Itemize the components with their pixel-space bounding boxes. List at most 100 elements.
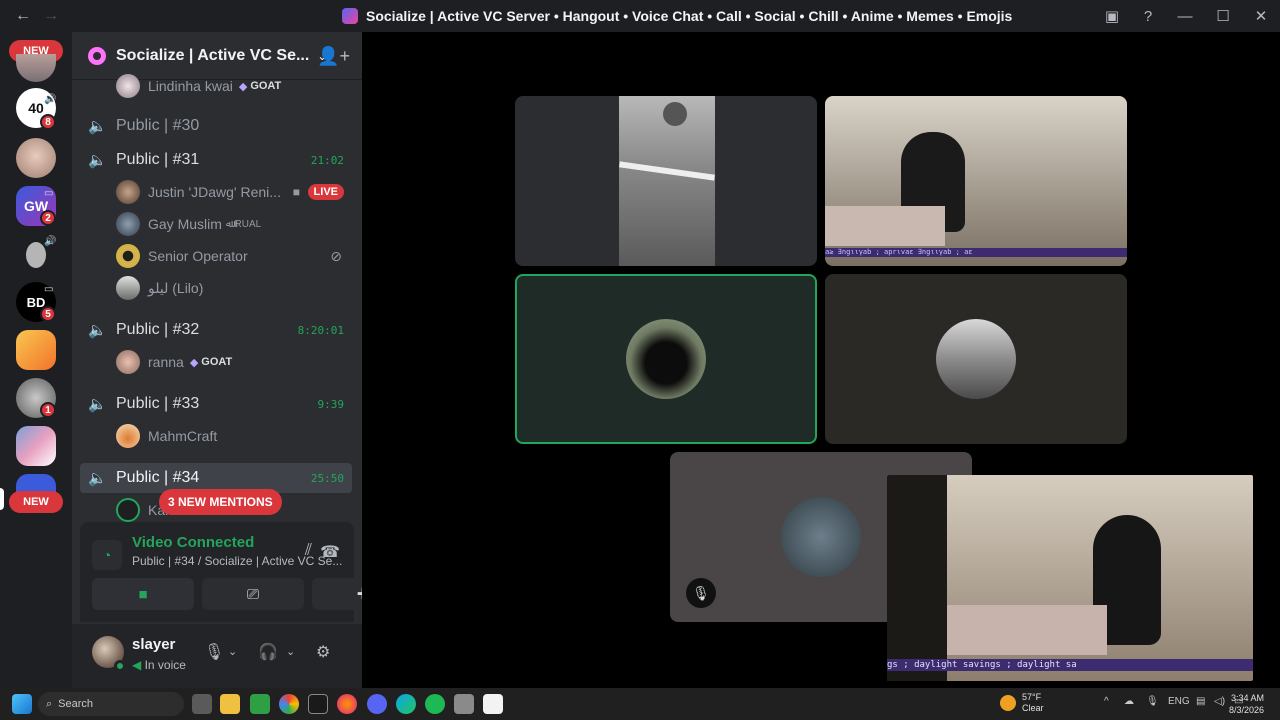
- member-name: Lindinha kwai: [148, 78, 233, 94]
- edge-icon[interactable]: [396, 694, 416, 714]
- audio-app-icon[interactable]: [308, 694, 328, 714]
- voice-member[interactable]: ليلو (Lilo): [116, 274, 352, 302]
- app-icon[interactable]: [483, 694, 503, 714]
- minimize-icon[interactable]: —: [1166, 8, 1204, 25]
- video-tile-1[interactable]: [515, 96, 817, 266]
- firefox-icon[interactable]: [337, 694, 357, 714]
- channel-sidebar: Socialize | Active VC Se... ⌄ 👤+ Lindinh…: [72, 32, 414, 688]
- settings-icon[interactable]: [454, 694, 474, 714]
- stream-popout[interactable]: gs ; daylight savings ; daylight sa: [887, 475, 1253, 681]
- search-label: Search: [58, 698, 94, 710]
- connection-status[interactable]: Video Connected: [132, 534, 254, 551]
- volume-icon[interactable]: ◁): [1214, 696, 1225, 707]
- speaker-icon: 🔈: [88, 396, 107, 413]
- voice-member[interactable]: Senior Operator ⊘: [116, 242, 352, 270]
- start-icon[interactable]: [12, 694, 32, 714]
- voice-channel-30[interactable]: 🔈 Public | #30: [80, 111, 352, 141]
- video-feed: [619, 96, 715, 266]
- server-icon: [342, 8, 358, 24]
- new-unreads-pill-bottom[interactable]: NEW: [9, 491, 63, 513]
- voice-member[interactable]: ranna ◆ GOAT: [116, 348, 352, 376]
- window-title: Socialize | Active VC Server • Hangout •…: [342, 8, 1012, 24]
- new-mentions-pill[interactable]: 3 NEW MENTIONS: [159, 489, 282, 515]
- noise-suppression-icon[interactable]: ⫽: [305, 542, 312, 560]
- channel-timer: 25:50: [310, 471, 344, 485]
- wifi-icon[interactable]: ▤: [1196, 696, 1205, 707]
- network-status-icon[interactable]: ☁: [1124, 696, 1134, 707]
- voice-member[interactable]: MahmCraft: [116, 422, 352, 450]
- clock-date: 8/3/2026: [1228, 705, 1264, 715]
- username[interactable]: slayer: [132, 636, 175, 653]
- forward-arrow-icon[interactable]: →: [42, 7, 60, 25]
- clock-time: 3:34 AM: [1230, 693, 1264, 703]
- weather-desc: Clear: [1022, 703, 1044, 713]
- video-tile-4[interactable]: [825, 274, 1127, 444]
- voice-channel-32[interactable]: 🔈 Public | #32 8:20:01: [80, 315, 352, 345]
- voice-member[interactable]: Justin 'JDawg' Reni... ■ LIVE: [116, 178, 352, 206]
- settings-gear-icon[interactable]: ⚙: [316, 642, 330, 662]
- discord-icon[interactable]: [367, 694, 387, 714]
- headphones-icon[interactable]: 🎧: [258, 642, 278, 662]
- deafened-icon: ⊘: [330, 247, 342, 264]
- inbox-icon[interactable]: ▣: [1094, 7, 1130, 25]
- voice-channel-33[interactable]: 🔈 Public | #33 9:39: [80, 389, 352, 419]
- mention-badge: 1: [40, 402, 56, 418]
- avatar: [626, 319, 706, 399]
- window-controls: ▣ ? — ☐ ✕: [1094, 0, 1280, 32]
- spotify-icon[interactable]: [425, 694, 445, 714]
- camera-button[interactable]: ■: [92, 578, 194, 610]
- maximize-icon[interactable]: ☐: [1204, 7, 1242, 25]
- weather-widget[interactable]: 57°F Clear: [1000, 692, 1044, 714]
- mic-tray-icon[interactable]: 🎙: [1146, 696, 1159, 707]
- server-icon-current[interactable]: [16, 474, 56, 492]
- channel-name: Public | #31: [116, 151, 200, 168]
- voice-channel-31[interactable]: 🔈 Public | #31 21:02: [80, 145, 352, 175]
- stream-overlay-text: a≥ ∃ngιιγаb ; aprιvaε ∃ngιιγаb ; aε: [825, 248, 1127, 257]
- gem-icon: ◆: [189, 356, 199, 369]
- video-tile-speaking[interactable]: [515, 274, 817, 444]
- speaker-icon: 🔈: [88, 152, 107, 169]
- close-icon[interactable]: ✕: [1242, 7, 1280, 25]
- back-arrow-icon[interactable]: ←: [14, 7, 32, 25]
- channel-timer: 21:02: [310, 153, 344, 167]
- file-explorer-icon[interactable]: [220, 694, 240, 714]
- speaker-icon: 🔈: [88, 470, 107, 487]
- server-icon-1[interactable]: [16, 54, 56, 82]
- live-badge: LIVE: [307, 184, 344, 200]
- server-icon-3[interactable]: [16, 138, 56, 178]
- screen-share-button[interactable]: ⎚: [202, 578, 304, 610]
- voice-member[interactable]: Gay Muslim ﷲ RUAL: [116, 210, 352, 238]
- taskbar-search[interactable]: ⌕ Search: [38, 692, 184, 716]
- clock[interactable]: 3:34 AM 8/3/2026: [1229, 692, 1264, 716]
- help-icon[interactable]: ?: [1130, 8, 1166, 25]
- invite-icon[interactable]: 👤+: [317, 46, 350, 67]
- channel-timer: 9:39: [317, 397, 345, 411]
- screen-share-icon: ⎚: [246, 585, 259, 603]
- audio-options-chevron-icon[interactable]: ⌄: [286, 645, 295, 658]
- server-icon-anime[interactable]: [16, 426, 56, 466]
- video-tile-2[interactable]: a≥ ∃ngιιγаb ; aprιvaε ∃ngιιγаb ; aε: [825, 96, 1127, 266]
- avatar: [116, 498, 140, 522]
- avatar: [116, 180, 140, 204]
- camera-icon: ■: [138, 585, 148, 603]
- mention-badge: 5: [40, 306, 56, 322]
- goat-tag: ◆ GOAT: [238, 80, 282, 93]
- task-view-icon[interactable]: [192, 694, 212, 714]
- server-icon-cartoon[interactable]: [16, 330, 56, 370]
- speaker-icon: 🔈: [88, 118, 107, 135]
- mic-options-chevron-icon[interactable]: ⌄: [228, 645, 237, 658]
- signal-icon[interactable]: ◔: [92, 540, 122, 570]
- weather-icon: [1000, 695, 1016, 711]
- member-suffix: ﷲ RUAL: [225, 218, 262, 230]
- chrome-icon[interactable]: [279, 694, 299, 714]
- tray-chevron-icon[interactable]: ^: [1104, 696, 1109, 707]
- app-icon[interactable]: [250, 694, 270, 714]
- member-name: Justin 'JDawg' Reni...: [148, 184, 281, 200]
- microphone-icon[interactable]: 🎙: [204, 642, 224, 662]
- window-title-text: Socialize | Active VC Server • Hangout •…: [366, 8, 1013, 24]
- member-name: MahmCraft: [148, 428, 218, 444]
- disconnect-icon[interactable]: ☎: [320, 542, 340, 562]
- language-indicator[interactable]: ENG: [1168, 696, 1190, 707]
- voice-member[interactable]: Lindinha kwai ◆ GOAT: [116, 72, 352, 100]
- avatar: [781, 497, 861, 577]
